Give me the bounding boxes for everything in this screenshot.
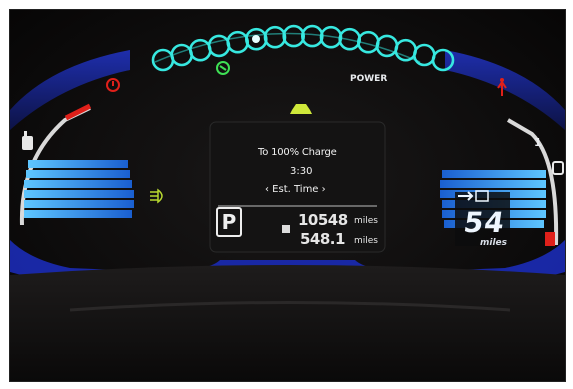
dashboard-photo: POWER To 100% Charge 3:30 ‹ Est. Time › … xyxy=(9,9,566,382)
instrument-cluster xyxy=(10,10,565,381)
power-meter-indicator xyxy=(252,35,260,43)
range-scale-mark: 1 xyxy=(534,136,542,149)
lower-dashboard xyxy=(10,265,565,381)
charge-time-text: 3:30 xyxy=(290,166,313,177)
gear-indicator: P xyxy=(216,207,242,237)
right-gauge-red-segment xyxy=(545,232,555,246)
odometer-unit: miles xyxy=(354,216,378,226)
charge-target-text: To 100% Charge xyxy=(258,147,337,158)
range-unit: miles xyxy=(480,238,508,248)
trip-unit: miles xyxy=(354,236,378,246)
est-time-selector: ‹ Est. Time › xyxy=(265,184,326,195)
trip-value: 548.1 xyxy=(300,230,345,248)
trip-icon xyxy=(282,225,290,233)
power-label: POWER xyxy=(350,74,388,84)
odometer-value: 10548 xyxy=(298,211,348,229)
range-value: 54 xyxy=(461,206,508,239)
